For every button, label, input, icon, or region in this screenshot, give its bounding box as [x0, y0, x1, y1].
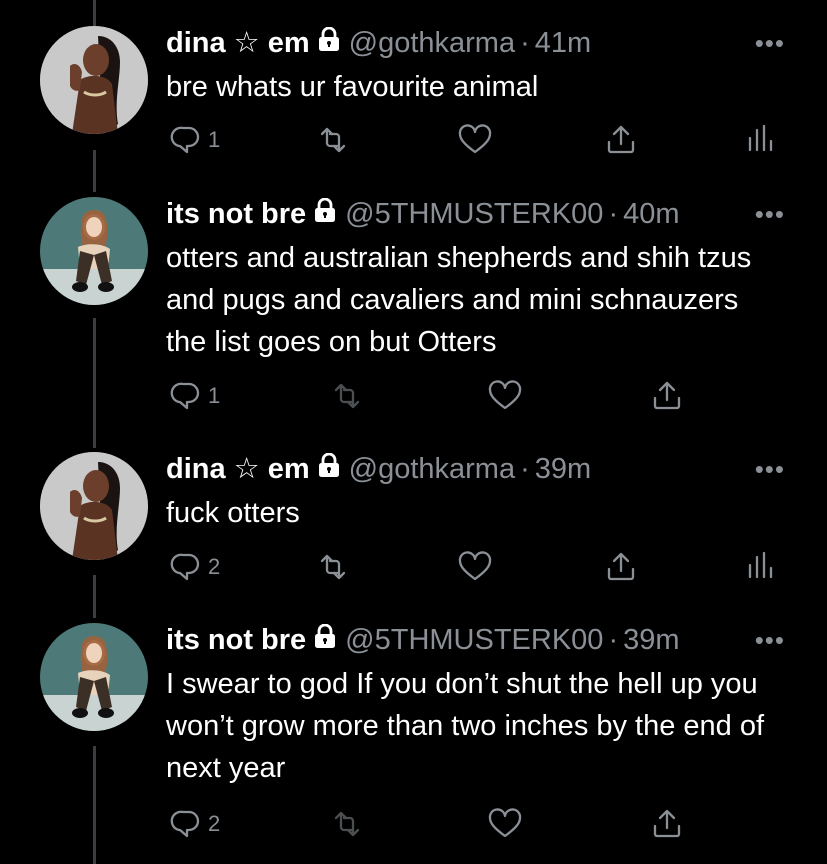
reply-count: 1 [208, 127, 221, 152]
display-name[interactable]: its not bre [166, 623, 306, 657]
retweet-button[interactable] [330, 380, 362, 412]
tweet[interactable]: dina ☆ em @gothkarma · 41m ••• bre whats… [0, 26, 827, 166]
tweet-header: dina ☆ em @gothkarma · 39m [166, 452, 591, 486]
tweet-header: its not bre @5THMUSTERK00 · 39m [166, 623, 680, 657]
display-name[interactable]: its not bre [166, 197, 306, 231]
share-button[interactable] [652, 808, 682, 840]
separator: · [520, 27, 530, 59]
reply-count: 2 [208, 811, 221, 836]
timestamp[interactable]: 39m [623, 623, 679, 657]
retweet-button[interactable] [330, 808, 362, 840]
share-icon [653, 381, 681, 410]
avatar[interactable] [40, 452, 148, 560]
more-options-icon[interactable]: ••• [755, 26, 785, 60]
tweet[interactable]: its not bre @5THMUSTERK00 · 40m ••• otte… [0, 197, 827, 427]
handle[interactable]: @5THMUSTERK00 [345, 623, 603, 657]
share-icon [607, 552, 635, 581]
thread-line [93, 0, 96, 26]
reply-icon [170, 126, 200, 154]
tweet[interactable]: dina ☆ em @gothkarma · 39m ••• fuck otte… [0, 452, 827, 592]
share-button[interactable] [606, 124, 636, 156]
like-button[interactable] [458, 124, 492, 156]
tweet-text: bre whats ur favourite animal [166, 71, 539, 103]
reply-icon [170, 553, 200, 581]
tweet-text: otters and australian shepherds and shih… [166, 242, 752, 358]
like-icon [488, 380, 522, 410]
analytics-icon [748, 124, 773, 152]
more-options-icon[interactable]: ••• [755, 452, 785, 486]
tweet-actions: 1 [166, 380, 806, 416]
timestamp[interactable]: 39m [535, 452, 591, 486]
timestamp[interactable]: 41m [535, 26, 591, 60]
tweet-actions: 2 [166, 551, 806, 587]
analytics-button[interactable] [746, 551, 776, 581]
like-button[interactable] [458, 551, 492, 583]
retweet-icon [334, 811, 360, 837]
handle[interactable]: @gothkarma [349, 26, 515, 60]
reply-button[interactable]: 1 [170, 380, 220, 412]
reply-button[interactable]: 2 [170, 551, 220, 583]
avatar-bre-image [40, 623, 148, 731]
more-options-icon[interactable]: ••• [755, 197, 785, 231]
separator: · [520, 453, 530, 485]
timestamp[interactable]: 40m [623, 197, 679, 231]
reply-icon [170, 810, 200, 838]
tweet-header: dina ☆ em @gothkarma · 41m [166, 26, 591, 60]
analytics-icon [748, 551, 773, 579]
share-icon [607, 125, 635, 154]
like-icon [458, 551, 492, 581]
avatar[interactable] [40, 26, 148, 134]
retweet-button[interactable] [316, 551, 348, 583]
share-button[interactable] [606, 551, 636, 583]
share-icon [653, 809, 681, 838]
avatar-dina-image [40, 26, 148, 134]
separator: · [608, 624, 619, 656]
handle[interactable]: @gothkarma [349, 452, 515, 486]
lock-icon [313, 197, 337, 231]
retweet-icon [320, 127, 346, 153]
tweet-header: its not bre @5THMUSTERK00 · 40m [166, 197, 680, 231]
retweet-button[interactable] [316, 124, 348, 156]
tweet[interactable]: its not bre @5THMUSTERK00 · 39m ••• I sw… [0, 623, 827, 864]
like-button[interactable] [488, 808, 522, 840]
reply-button[interactable]: 2 [170, 808, 220, 840]
reply-count: 1 [208, 383, 221, 408]
avatar[interactable] [40, 197, 148, 305]
lock-icon [317, 26, 341, 60]
lock-icon [317, 452, 341, 486]
retweet-icon [334, 383, 360, 409]
like-icon [458, 124, 492, 154]
reply-count: 2 [208, 554, 221, 579]
tweet-text: fuck otters [166, 497, 300, 529]
handle[interactable]: @5THMUSTERK00 [345, 197, 603, 231]
avatar-dina-image [40, 452, 148, 560]
reply-button[interactable]: 1 [170, 124, 220, 156]
reply-icon [170, 382, 200, 410]
like-button[interactable] [488, 380, 522, 412]
display-name[interactable]: dina ☆ em [166, 452, 310, 486]
display-name[interactable]: dina ☆ em [166, 26, 310, 60]
avatar-bre-image [40, 197, 148, 305]
separator: · [608, 198, 619, 230]
retweet-icon [320, 554, 346, 580]
tweet-actions: 2 [166, 808, 806, 844]
tweet-text: I swear to god If you don’t shut the hel… [166, 668, 765, 784]
like-icon [488, 808, 522, 838]
avatar[interactable] [40, 623, 148, 731]
share-button[interactable] [652, 380, 682, 412]
lock-icon [313, 623, 337, 657]
more-options-icon[interactable]: ••• [755, 623, 785, 657]
tweet-actions: 1 [166, 124, 806, 160]
analytics-button[interactable] [746, 124, 776, 154]
